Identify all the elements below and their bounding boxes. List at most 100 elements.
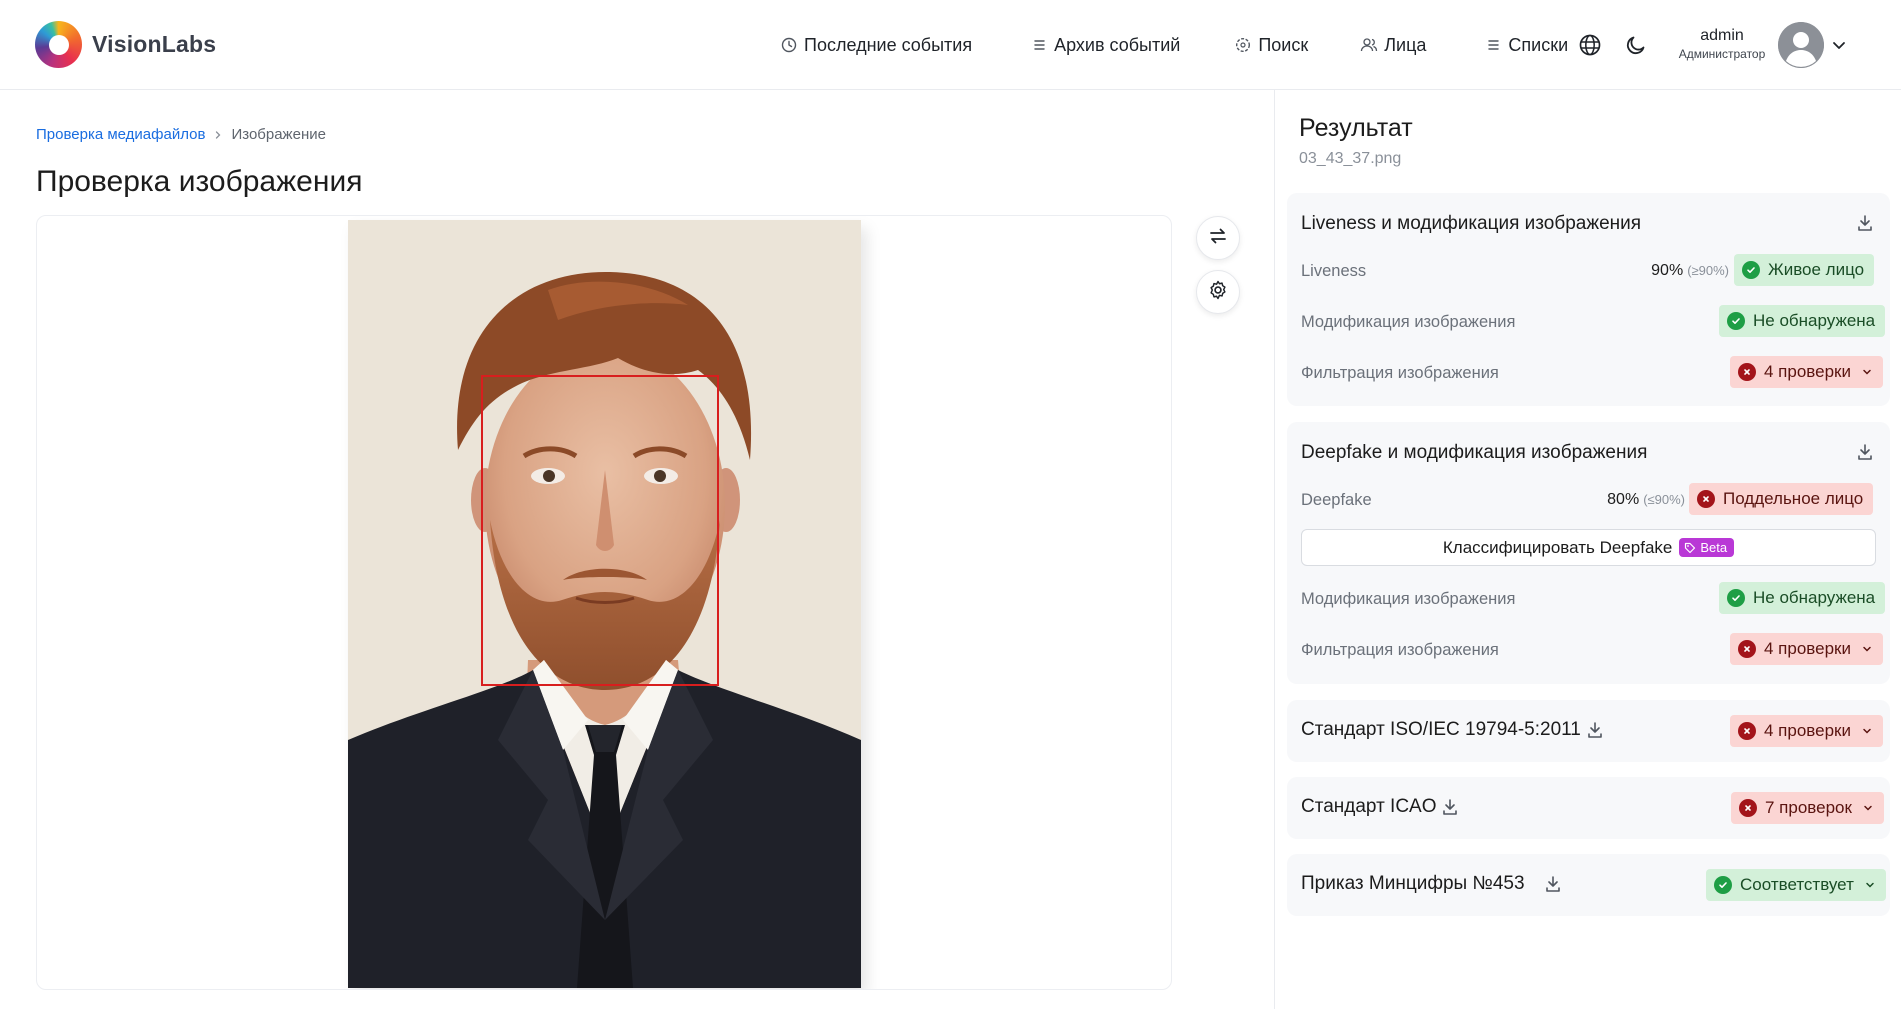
language-globe-icon[interactable]	[1578, 33, 1602, 57]
classify-label: Классифицировать Deepfake	[1442, 537, 1673, 557]
chevron-down-icon[interactable]	[1830, 36, 1848, 54]
chevron-down-icon	[1861, 725, 1873, 737]
deepfake-card-title: Deepfake и модификация изображения	[1301, 442, 1648, 463]
status-badge-live: Живое лицо	[1734, 254, 1875, 286]
badge-text: Не обнаружена	[1753, 311, 1876, 330]
badge-text: 4 проверки	[1764, 362, 1851, 381]
badge-text: 7 проверок	[1765, 798, 1852, 817]
x-circle-icon	[1738, 722, 1756, 740]
liveness-threshold: (≥90%)	[1687, 263, 1729, 278]
chevron-down-icon	[1861, 643, 1873, 655]
x-circle-icon	[1738, 640, 1756, 658]
clock-icon	[780, 36, 798, 54]
search-circle-icon	[1234, 36, 1252, 54]
tag-icon	[1684, 542, 1696, 554]
mincifry-order-card[interactable]: Приказ Минцифры №453 Соответствует	[1287, 854, 1890, 916]
icao-checks-dropdown[interactable]: 7 проверок	[1731, 792, 1884, 824]
iso-checks-dropdown[interactable]: 4 проверки	[1730, 715, 1883, 747]
badge-text: Не обнаружена	[1753, 588, 1876, 607]
x-circle-icon	[1739, 799, 1757, 817]
badge-text: Соответствует	[1740, 875, 1854, 894]
top-header: VisionLabs Последние события Архив событ…	[0, 0, 1901, 90]
deepfake-card: Deepfake и модификация изображения Deepf…	[1287, 422, 1890, 684]
check-circle-icon	[1727, 589, 1745, 607]
deepfake-score: 80%	[1607, 491, 1640, 508]
settings-button[interactable]	[1196, 270, 1240, 314]
filtration-checks-dropdown[interactable]: 4 проверки	[1730, 633, 1883, 665]
nav-item-lists[interactable]: Списки	[1484, 35, 1568, 56]
download-icon[interactable]	[1543, 874, 1563, 894]
breadcrumb: Проверка медиафайлов Изображение	[36, 126, 326, 143]
beta-text: Beta	[1700, 540, 1728, 555]
compliance-dropdown[interactable]: Соответствует	[1706, 869, 1886, 901]
status-badge-fake: Поддельное лицо	[1689, 483, 1874, 515]
user-role: Администратор	[1678, 47, 1766, 61]
x-circle-icon	[1738, 363, 1756, 381]
liveness-card-title: Liveness и модификация изображения	[1301, 213, 1642, 234]
beta-badge: Beta	[1679, 538, 1735, 557]
logo-text: VisionLabs	[92, 31, 217, 57]
modification-label: Модификация изображения	[1301, 313, 1516, 331]
nav-label: Архив событий	[1054, 34, 1181, 55]
chevron-down-icon	[1864, 879, 1876, 891]
face-detection-box	[481, 375, 719, 686]
breadcrumb-link-media-check[interactable]: Проверка медиафайлов	[36, 126, 205, 143]
download-icon[interactable]	[1585, 720, 1605, 740]
filtration-checks-dropdown[interactable]: 4 проверки	[1730, 356, 1883, 388]
download-icon[interactable]	[1855, 213, 1875, 233]
badge-text: 4 проверки	[1764, 721, 1851, 740]
nav-label: Последние события	[804, 34, 973, 55]
theme-moon-icon[interactable]	[1624, 33, 1648, 57]
page-title: Проверка изображения	[36, 165, 363, 198]
nav-label: Поиск	[1258, 34, 1309, 55]
deepfake-label: Deepfake	[1301, 491, 1372, 509]
filtration-label: Фильтрация изображения	[1301, 641, 1499, 659]
download-icon[interactable]	[1855, 442, 1875, 462]
classify-deepfake-button[interactable]: Классифицировать Deepfake Beta	[1301, 529, 1876, 566]
filtration-label: Фильтрация изображения	[1301, 364, 1499, 382]
nav-label: Списки	[1508, 34, 1569, 55]
liveness-card: Liveness и модификация изображения Liven…	[1287, 193, 1890, 406]
modification-label: Модификация изображения	[1301, 590, 1516, 608]
swap-image-button[interactable]	[1196, 216, 1240, 260]
nav-item-archive[interactable]: Архив событий	[1030, 35, 1180, 56]
iso-standard-card[interactable]: Стандарт ISO/IEC 19794-5:2011 4 проверки	[1287, 700, 1890, 762]
icao-card-title: Стандарт ICAO	[1301, 796, 1437, 817]
x-circle-icon	[1697, 490, 1715, 508]
status-badge-not-detected: Не обнаружена	[1719, 305, 1886, 337]
mincifry-card-title: Приказ Минцифры №453	[1301, 873, 1525, 894]
check-circle-icon	[1742, 261, 1760, 279]
chevron-down-icon	[1861, 366, 1873, 378]
chevron-down-icon	[1862, 802, 1874, 814]
liveness-label: Liveness	[1301, 262, 1367, 280]
result-title: Результат	[1299, 114, 1413, 142]
logo[interactable]: VisionLabs	[35, 21, 216, 68]
check-circle-icon	[1727, 312, 1745, 330]
avatar[interactable]	[1778, 22, 1824, 68]
swap-icon	[1207, 225, 1229, 252]
user-info[interactable]: admin Администратор	[1670, 26, 1774, 62]
nav-label: Лица	[1384, 34, 1427, 55]
liveness-value: 90% (≥90%)	[1617, 262, 1729, 280]
badge-text: 4 проверки	[1764, 639, 1851, 658]
chevron-right-icon	[213, 127, 223, 143]
deepfake-value: 80% (≤90%)	[1572, 491, 1685, 509]
check-circle-icon	[1714, 876, 1732, 894]
main-nav: Последние события Архив событий Поиск Ли…	[780, 0, 1568, 90]
gear-icon	[1207, 279, 1229, 306]
badge-text: Поддельное лицо	[1723, 489, 1864, 508]
nav-item-search[interactable]: Поиск	[1234, 35, 1308, 56]
nav-item-recent-events[interactable]: Последние события	[780, 35, 972, 56]
user-name: admin	[1700, 27, 1744, 44]
nav-item-faces[interactable]: Лица	[1360, 35, 1426, 56]
list-icon	[1030, 36, 1048, 54]
icao-standard-card[interactable]: Стандарт ICAO 7 проверок	[1287, 777, 1890, 839]
status-badge-not-detected: Не обнаружена	[1719, 582, 1886, 614]
download-icon[interactable]	[1440, 797, 1460, 817]
breadcrumb-current: Изображение	[231, 126, 326, 143]
list-icon	[1484, 36, 1502, 54]
iso-card-title: Стандарт ISO/IEC 19794-5:2011	[1301, 719, 1581, 740]
badge-text: Живое лицо	[1768, 260, 1865, 279]
deepfake-threshold: (≤90%)	[1643, 492, 1685, 507]
result-panel: Результат 03_43_37.png Liveness и модифи…	[1274, 90, 1901, 1009]
